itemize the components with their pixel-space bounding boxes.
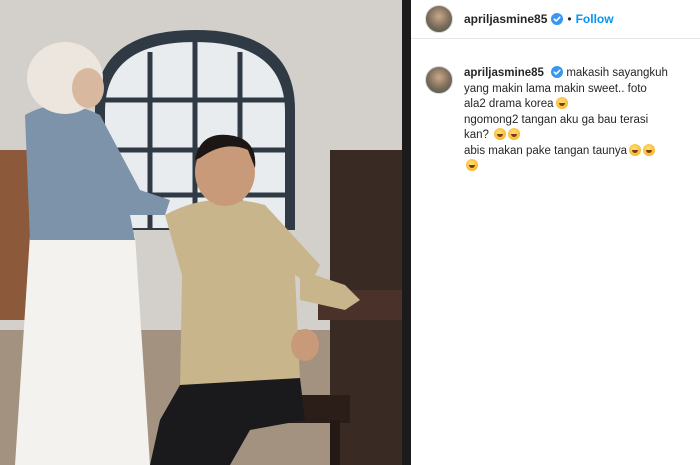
- caption-avatar[interactable]: [425, 66, 453, 94]
- verified-badge-icon: [551, 66, 564, 78]
- header-username[interactable]: apriljasmine85: [464, 12, 547, 26]
- caption-line-6: abis makan pake tangan taunya: [464, 144, 628, 157]
- post-photo: [0, 0, 402, 465]
- photo-illustration: [0, 0, 402, 465]
- emoji-icon: [466, 159, 478, 171]
- follow-button[interactable]: Follow: [576, 12, 614, 26]
- caption-comment: apriljasmine85 makasih sayangkuh yang ma…: [425, 66, 691, 175]
- caption-username[interactable]: apriljasmine85: [464, 67, 544, 79]
- emoji-icon: [643, 143, 656, 156]
- verified-badge-icon: [551, 13, 564, 25]
- post-header: apriljasmine85 • Follow: [411, 0, 700, 39]
- caption-line-4: ngomong2 tangan aku ga bau terasi: [464, 113, 649, 126]
- caption-line-2: yang makin lama makin sweet.. foto: [464, 82, 647, 95]
- emoji-icon: [494, 128, 507, 140]
- caption-line-1: makasih sayangkuh: [566, 67, 668, 79]
- caption-text: apriljasmine85 makasih sayangkuh yang ma…: [464, 66, 691, 175]
- caption-line-5: kan?: [464, 129, 489, 141]
- emoji-icon: [629, 143, 642, 156]
- header-separator: •: [567, 12, 572, 26]
- post-sidebar: apriljasmine85 • Follow apriljasmine85 m…: [411, 0, 700, 465]
- emoji-icon: [508, 128, 521, 140]
- avatar[interactable]: [425, 5, 453, 33]
- emoji-icon: [555, 97, 568, 109]
- divider: [402, 0, 411, 465]
- caption-line-3: ala2 drama korea: [464, 98, 554, 110]
